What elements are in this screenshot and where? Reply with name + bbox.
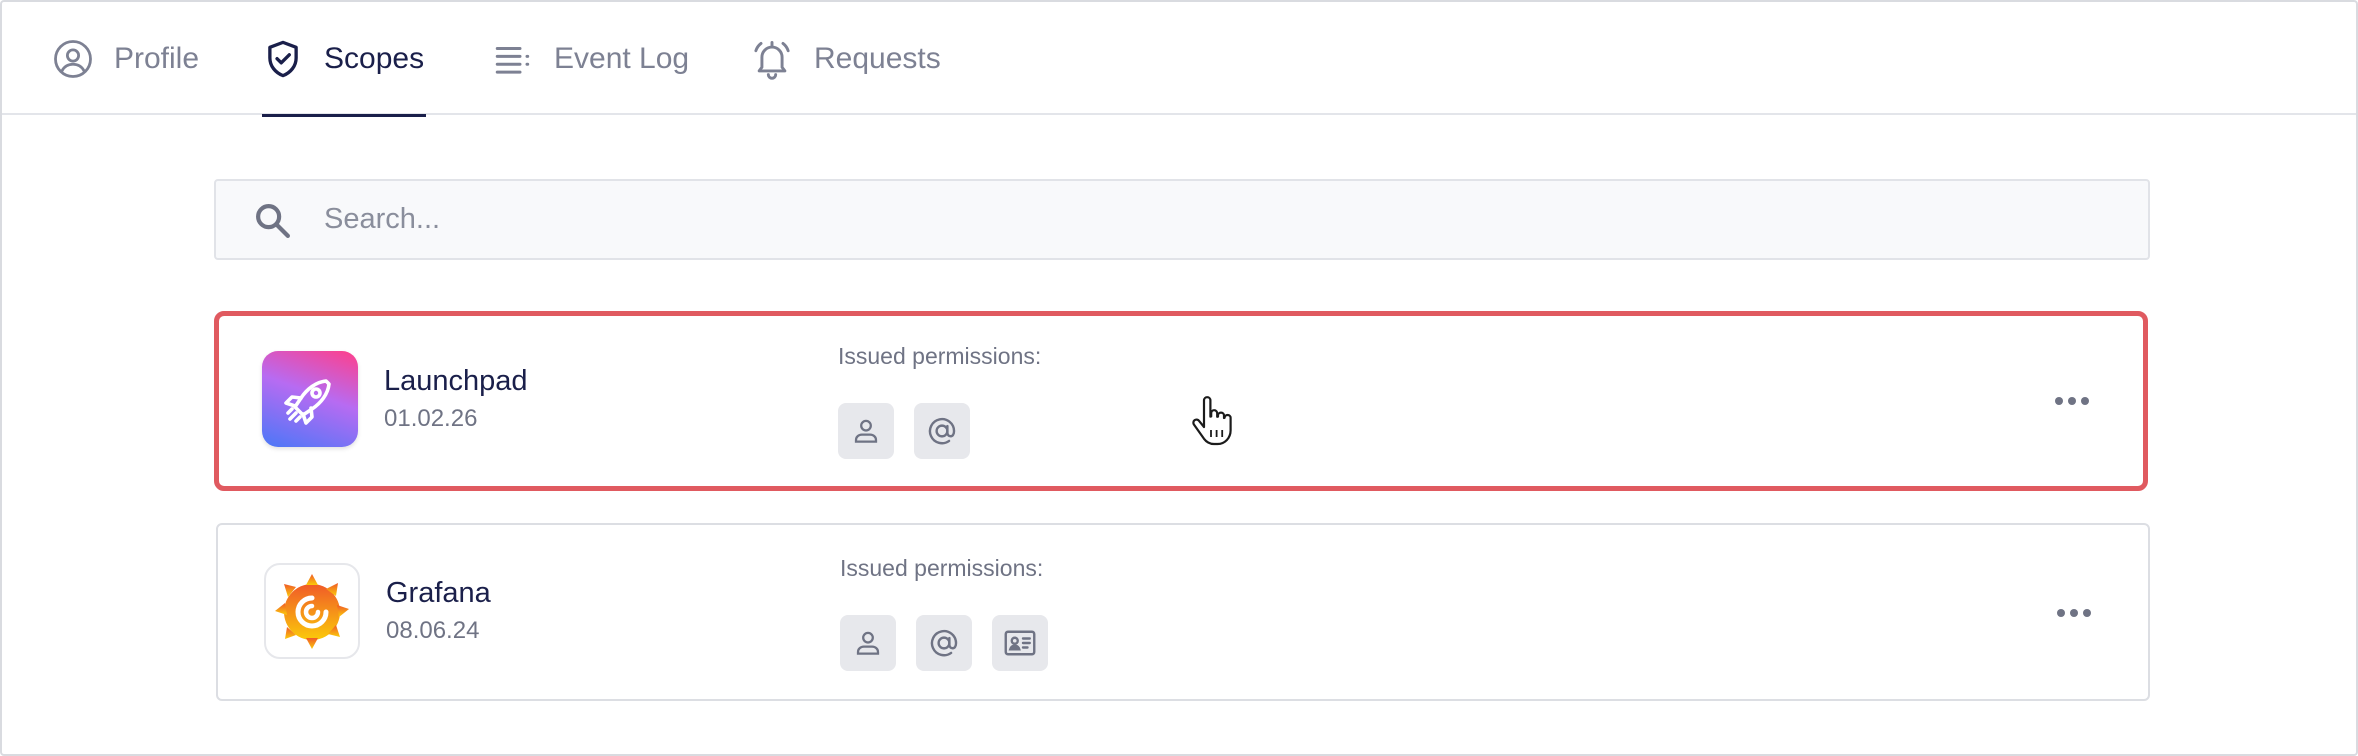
id-card-icon — [1004, 630, 1036, 656]
shield-check-icon — [268, 40, 298, 77]
scope-card-launchpad[interactable]: Launchpad 01.02.26 Issued permissions: — [214, 311, 2148, 491]
app-name: Launchpad — [384, 365, 528, 397]
permission-email — [914, 403, 970, 459]
permission-id-card — [992, 615, 1048, 671]
permission-email — [916, 615, 972, 671]
app-date: 08.06.24 — [386, 617, 480, 644]
at-sign-icon — [928, 417, 956, 445]
tab-event-log[interactable]: Event Log — [492, 2, 689, 115]
search-icon — [256, 204, 290, 238]
dot — [2055, 397, 2063, 405]
permission-profile — [840, 615, 896, 671]
rocket-icon — [284, 379, 331, 425]
search-input[interactable] — [324, 181, 2104, 258]
user-icon — [854, 419, 878, 443]
app-name: Grafana — [386, 577, 491, 609]
bell-ring-icon — [754, 40, 790, 80]
dot — [2083, 609, 2091, 617]
permissions-label: Issued permissions: — [838, 343, 1042, 369]
user-icon — [856, 631, 880, 655]
tab-label: Requests — [814, 41, 941, 75]
dot — [2081, 397, 2089, 405]
tab-scopes[interactable]: Scopes — [262, 2, 427, 117]
tab-bar: Profile Scopes Event Log Requests — [2, 2, 2356, 117]
permission-list — [840, 615, 1048, 671]
user-circle-icon — [54, 39, 92, 78]
tab-profile[interactable]: Profile — [52, 2, 199, 115]
launchpad-logo — [262, 351, 358, 447]
grafana-logo — [264, 563, 360, 659]
more-options-button[interactable] — [2050, 379, 2094, 423]
scope-card-grafana[interactable]: Grafana 08.06.24 Issued permissions: — [216, 523, 2150, 701]
permission-profile — [838, 403, 894, 459]
permission-list — [838, 403, 970, 459]
dot — [2057, 609, 2065, 617]
app-date: 01.02.26 — [384, 405, 478, 432]
hand-pointer-cursor-icon — [1192, 396, 1232, 446]
tab-label: Profile — [114, 41, 200, 75]
more-options-button[interactable] — [2052, 591, 2096, 635]
tab-label: Scopes — [324, 41, 425, 75]
dot — [2070, 609, 2078, 617]
tab-label: Event Log — [554, 41, 690, 75]
at-sign-icon — [930, 629, 958, 657]
dot — [2068, 397, 2076, 405]
tab-requests[interactable]: Requests — [750, 2, 941, 115]
permissions-label: Issued permissions: — [840, 555, 1044, 581]
search-bar — [214, 179, 2150, 260]
list-icon — [495, 46, 530, 74]
grafana-icon — [275, 574, 349, 649]
scopes-window: Profile Scopes Event Log Requests Search… — [0, 0, 2358, 756]
